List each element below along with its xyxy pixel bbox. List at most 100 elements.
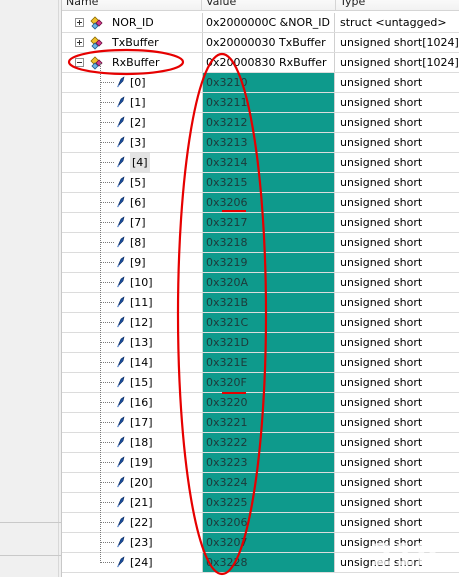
variable-icon bbox=[117, 376, 125, 388]
variable-icon bbox=[117, 196, 125, 208]
watch-row-rxbuffer[interactable]: RxBuffer 0x20000830 RxBuffer unsigned shor… bbox=[62, 53, 459, 73]
watch-row-nor_id[interactable]: NOR_ID 0x2000000C &NOR_ID struct <untagged… bbox=[62, 13, 459, 33]
name-cell: [23] bbox=[62, 533, 202, 552]
variable-name: [17] bbox=[130, 416, 153, 429]
variable-icon bbox=[117, 536, 125, 548]
array-element-row[interactable]: [14] 0x321E unsigned short bbox=[62, 353, 459, 373]
array-element-row[interactable]: [16] 0x3220 unsigned short bbox=[62, 393, 459, 413]
tree-connector bbox=[100, 482, 114, 483]
value-cell[interactable]: 0x3206 bbox=[202, 193, 335, 212]
variable-name: [20] bbox=[130, 476, 153, 489]
array-element-row[interactable]: [18] 0x3222 unsigned short bbox=[62, 433, 459, 453]
variable-name: [15] bbox=[130, 376, 153, 389]
array-element-row[interactable]: [2] 0x3212 unsigned short bbox=[62, 113, 459, 133]
type-cell: unsigned short[1024] bbox=[340, 56, 459, 69]
value-cell[interactable]: 0x20000830 RxBuffer bbox=[202, 53, 335, 72]
array-element-row[interactable]: [22] 0x3206 unsigned short bbox=[62, 513, 459, 533]
tree-connector bbox=[100, 302, 114, 303]
array-element-row[interactable]: [17] 0x3221 unsigned short bbox=[62, 413, 459, 433]
type-cell: unsigned short bbox=[340, 276, 423, 289]
column-header-name[interactable]: Name bbox=[62, 0, 202, 10]
value-cell[interactable]: 0x3224 bbox=[202, 473, 335, 492]
array-element-row[interactable]: [11] 0x321B unsigned short bbox=[62, 293, 459, 313]
value-cell[interactable]: 0x320F bbox=[202, 373, 335, 392]
variable-name: [7] bbox=[130, 216, 146, 229]
value-cell[interactable]: 0x3212 bbox=[202, 113, 335, 132]
column-header-type[interactable]: Type bbox=[336, 0, 459, 10]
value-cell[interactable]: 0x3214 bbox=[202, 153, 335, 172]
variable-icon bbox=[117, 156, 125, 168]
value-cell[interactable]: 0x3211 bbox=[202, 93, 335, 112]
value-cell[interactable]: 0x3217 bbox=[202, 213, 335, 232]
collapse-icon[interactable] bbox=[75, 58, 84, 67]
expand-icon[interactable] bbox=[75, 18, 84, 27]
value-cell[interactable]: 0x3215 bbox=[202, 173, 335, 192]
value-cell[interactable]: 0x321E bbox=[202, 353, 335, 372]
value-cell[interactable]: 0x321C bbox=[202, 313, 335, 332]
array-element-row[interactable]: [8] 0x3218 unsigned short bbox=[62, 233, 459, 253]
array-element-row[interactable]: [6] 0x3206 unsigned short bbox=[62, 193, 459, 213]
type-cell: unsigned short bbox=[340, 236, 423, 249]
expand-icon[interactable] bbox=[75, 38, 84, 47]
variable-name: [22] bbox=[130, 516, 153, 529]
array-element-row[interactable]: [21] 0x3225 unsigned short bbox=[62, 493, 459, 513]
type-cell: unsigned short bbox=[340, 356, 423, 369]
name-cell: [16] bbox=[62, 393, 202, 412]
type-cell: unsigned short bbox=[340, 516, 423, 529]
value-cell[interactable]: 0x3219 bbox=[202, 253, 335, 272]
watch-row-txbuffer[interactable]: TxBuffer 0x20000030 TxBuffer unsigned shor… bbox=[62, 33, 459, 53]
value-cell[interactable]: 0x3210 bbox=[202, 73, 335, 92]
tree-connector bbox=[100, 402, 114, 403]
array-element-row[interactable]: [0] 0x3210 unsigned short bbox=[62, 73, 459, 93]
variable-name: [8] bbox=[130, 236, 146, 249]
array-element-row[interactable]: [19] 0x3223 unsigned short bbox=[62, 453, 459, 473]
array-element-row[interactable]: [7] 0x3217 unsigned short bbox=[62, 213, 459, 233]
variable-name: [5] bbox=[130, 176, 146, 189]
value-cell[interactable]: 0x20000030 TxBuffer bbox=[202, 33, 335, 52]
value-cell[interactable]: 0x3222 bbox=[202, 433, 335, 452]
value-cell[interactable]: 0x321B bbox=[202, 293, 335, 312]
array-element-row[interactable]: [10] 0x320A unsigned short bbox=[62, 273, 459, 293]
panel-separator bbox=[0, 522, 61, 523]
array-element-row[interactable]: [4] 0x3214 unsigned short bbox=[62, 153, 459, 173]
name-cell: [0] bbox=[62, 73, 202, 92]
value-cell[interactable]: 0x3207 bbox=[202, 533, 335, 552]
array-element-row[interactable]: [12] 0x321C unsigned short bbox=[62, 313, 459, 333]
value-cell[interactable]: 0x3220 bbox=[202, 393, 335, 412]
value-cell[interactable]: 0x321D bbox=[202, 333, 335, 352]
value-cell[interactable]: 0x3225 bbox=[202, 493, 335, 512]
variable-name: [24] bbox=[130, 556, 153, 569]
tree-connector bbox=[100, 82, 114, 83]
variable-name: [23] bbox=[130, 536, 153, 549]
array-element-row[interactable]: [3] 0x3213 unsigned short bbox=[62, 133, 459, 153]
tree-connector bbox=[100, 462, 114, 463]
panel-divider[interactable] bbox=[58, 0, 59, 577]
name-cell: [17] bbox=[62, 413, 202, 432]
value-cell[interactable]: 0x3223 bbox=[202, 453, 335, 472]
array-element-row[interactable]: [9] 0x3219 unsigned short bbox=[62, 253, 459, 273]
array-element-row[interactable]: [15] 0x320F unsigned short bbox=[62, 373, 459, 393]
value-cell[interactable]: 0x3213 bbox=[202, 133, 335, 152]
name-cell: [5] bbox=[62, 173, 202, 192]
variable-name: [19] bbox=[130, 456, 153, 469]
variable-name: [1] bbox=[130, 96, 146, 109]
array-element-row[interactable]: [20] 0x3224 unsigned short bbox=[62, 473, 459, 493]
value-cell[interactable]: 0x3218 bbox=[202, 233, 335, 252]
type-cell: unsigned short bbox=[340, 416, 423, 429]
tree-connector bbox=[100, 182, 114, 183]
array-element-row[interactable]: [1] 0x3211 unsigned short bbox=[62, 93, 459, 113]
variable-icon bbox=[117, 316, 125, 328]
value-cell[interactable]: 0x320A bbox=[202, 273, 335, 292]
column-header-value[interactable]: Value bbox=[202, 0, 336, 10]
name-cell: [4] bbox=[62, 153, 202, 172]
value-cell[interactable]: 0x3228 bbox=[202, 553, 335, 572]
name-cell: [18] bbox=[62, 433, 202, 452]
array-element-row[interactable]: [5] 0x3215 unsigned short bbox=[62, 173, 459, 193]
value-cell[interactable]: 0x2000000C &NOR_ID bbox=[202, 13, 335, 32]
value-cell[interactable]: 0x3206 bbox=[202, 513, 335, 532]
array-element-row[interactable]: [13] 0x321D unsigned short bbox=[62, 333, 459, 353]
type-cell: unsigned short[1024] bbox=[340, 36, 459, 49]
value-cell[interactable]: 0x3221 bbox=[202, 413, 335, 432]
variable-name: [11] bbox=[130, 296, 153, 309]
variable-name: [13] bbox=[130, 336, 153, 349]
